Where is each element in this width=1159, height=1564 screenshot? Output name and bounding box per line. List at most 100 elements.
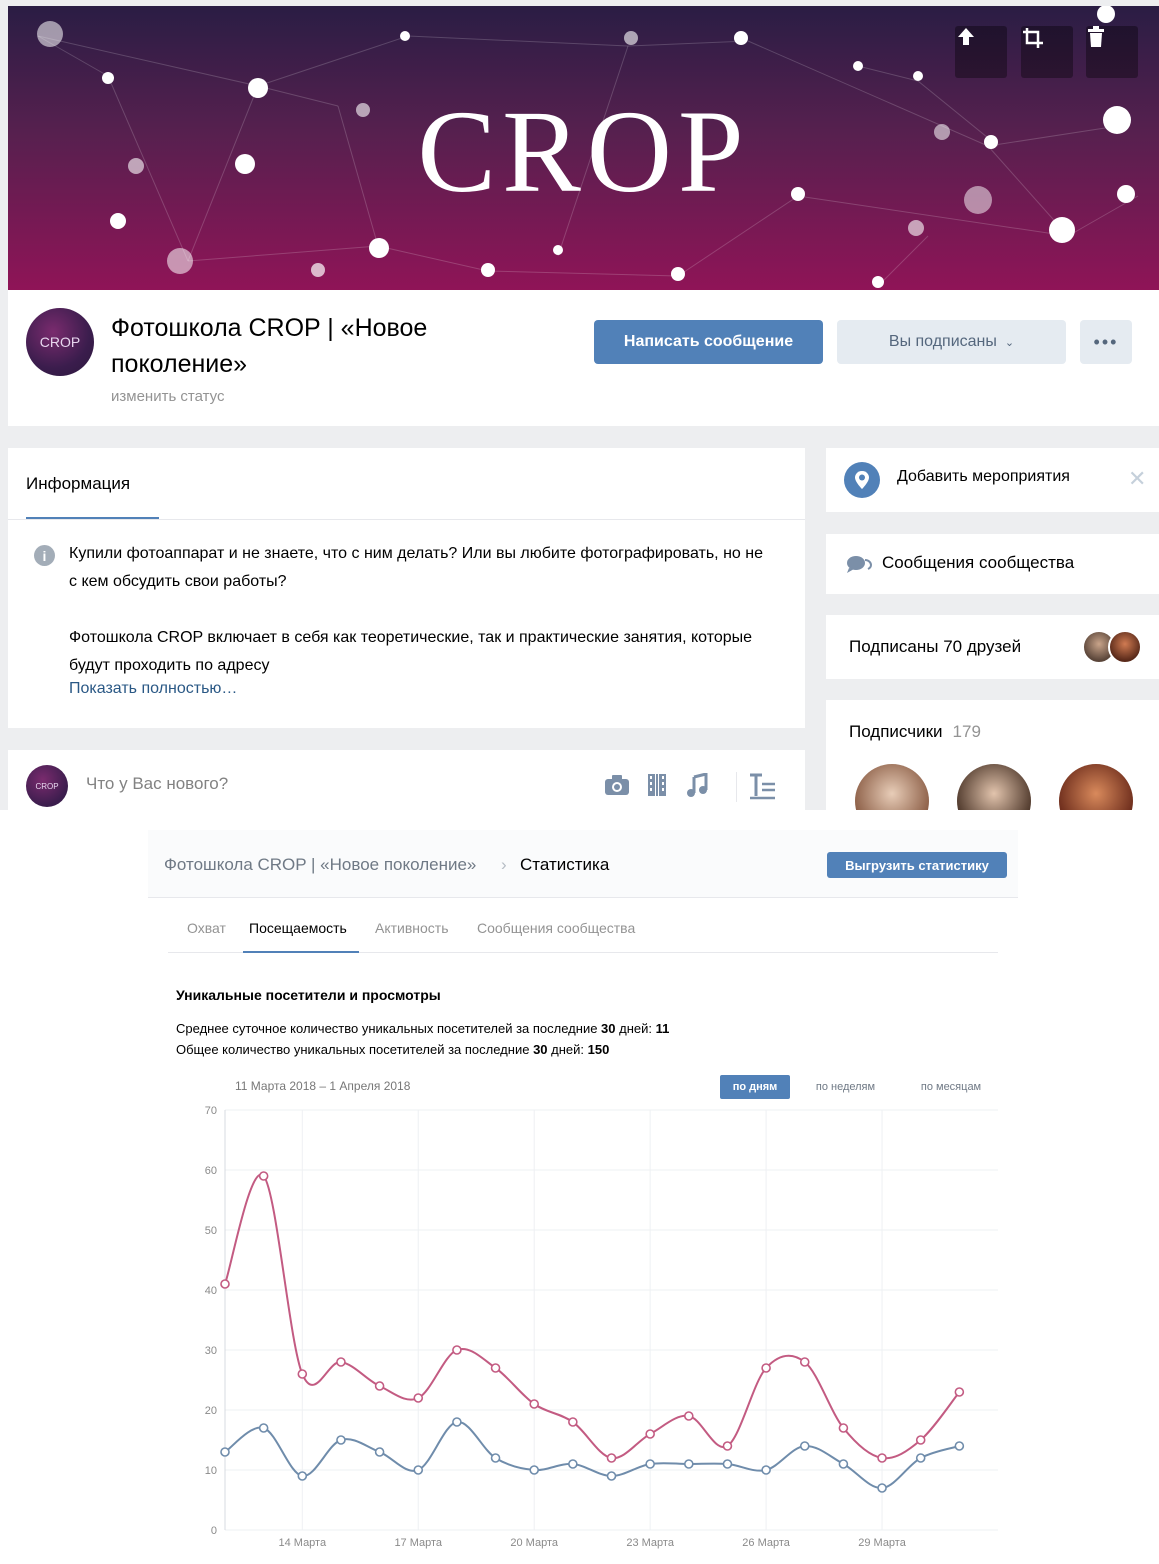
group-title: Фотошкола CROP | «Новое поколение»	[111, 314, 428, 378]
subscribed-dropdown-button[interactable]: Вы подписаны ⌄	[837, 320, 1066, 364]
tab-attendance[interactable]: Посещаемость	[249, 920, 347, 936]
data-point	[915, 1453, 926, 1463]
divider	[736, 772, 737, 802]
section-title: Уникальные посетители и просмотры	[176, 987, 441, 1003]
data-point	[606, 1471, 617, 1481]
period-daily-button[interactable]: по дням	[720, 1075, 790, 1099]
upload-cover-button[interactable]	[955, 26, 1007, 78]
data-point	[297, 1369, 308, 1379]
x-tick-label: 23 Марта	[626, 1537, 674, 1549]
y-tick-label: 10	[205, 1465, 217, 1477]
export-stats-button[interactable]: Выгрузить статистику	[827, 852, 1007, 878]
x-tick-label: 20 Марта	[510, 1537, 558, 1549]
add-events-block[interactable]: Добавить мероприятия ✕	[826, 448, 1159, 512]
new-post-input[interactable]: Что у Вас нового?	[86, 774, 228, 794]
data-point	[529, 1399, 540, 1409]
subscribed-label: Вы подписаны	[888, 333, 997, 350]
avatar[interactable]	[1108, 630, 1142, 664]
close-icon[interactable]: ✕	[1128, 466, 1146, 492]
video-icon[interactable]	[644, 772, 670, 798]
data-point	[374, 1447, 385, 1457]
group-header: CROP Фотошкола CROP | «Новое поколение» …	[8, 290, 1159, 426]
data-point	[954, 1387, 965, 1397]
data-point	[529, 1465, 540, 1475]
data-point	[297, 1471, 308, 1481]
y-tick-label: 30	[205, 1345, 217, 1357]
data-point	[568, 1459, 578, 1469]
crop-icon	[1023, 28, 1043, 48]
data-point	[336, 1357, 346, 1367]
tab-community-messages[interactable]: Сообщения сообщества	[477, 920, 635, 936]
tab-underline	[243, 951, 359, 953]
data-point	[722, 1441, 733, 1451]
avatar[interactable]	[1059, 764, 1133, 810]
statistics-panel: Фотошкола CROP | «Новое поколение» › Ста…	[148, 830, 1018, 1564]
subscribers-label[interactable]: Подписчики	[849, 722, 943, 742]
data-point	[761, 1363, 771, 1373]
info-icon: i	[34, 545, 55, 566]
data-point	[258, 1171, 269, 1181]
info-block: Информация i Купили фотоаппарат и не зна…	[8, 448, 805, 728]
data-point	[799, 1357, 810, 1367]
tab-information[interactable]: Информация	[26, 474, 130, 494]
data-point	[413, 1393, 424, 1403]
data-point	[683, 1411, 694, 1421]
data-point	[915, 1435, 926, 1445]
data-point	[452, 1345, 462, 1355]
breadcrumb-group-link[interactable]: Фотошкола CROP | «Новое поколение»	[164, 855, 476, 875]
delete-cover-button[interactable]	[1086, 26, 1138, 78]
more-actions-button[interactable]: •••	[1080, 320, 1132, 364]
location-pin-icon	[844, 462, 880, 498]
date-range-picker[interactable]: 11 Марта 2018 – 1 Апреля 2018	[235, 1079, 410, 1093]
friends-subscribed-block[interactable]: Подписаны 70 друзей	[826, 615, 1159, 679]
y-tick-label: 70	[205, 1105, 217, 1117]
x-tick-label: 29 Марта	[858, 1537, 906, 1549]
data-point	[490, 1363, 501, 1373]
community-messages-block[interactable]: Сообщения сообщества	[826, 534, 1159, 594]
stats-header: Фотошкола CROP | «Новое поколение» › Ста…	[148, 830, 1018, 898]
page-title: Статистика	[520, 855, 610, 874]
x-tick-label: 17 Марта	[394, 1537, 442, 1549]
data-point	[761, 1465, 771, 1475]
x-tick-label: 26 Марта	[742, 1537, 790, 1549]
cover-image: CROP	[8, 6, 1159, 290]
group-avatar[interactable]: CROP	[26, 308, 94, 376]
data-point	[838, 1423, 849, 1433]
tab-activity[interactable]: Активность	[375, 920, 449, 936]
x-tick-label: 14 Марта	[278, 1537, 326, 1549]
composer-avatar: CROP	[26, 765, 68, 807]
composer-attach-icons	[604, 772, 710, 798]
music-icon[interactable]	[684, 772, 710, 798]
data-point	[722, 1459, 733, 1469]
data-point	[645, 1459, 655, 1469]
divider	[8, 519, 805, 520]
crop-cover-button[interactable]	[1021, 26, 1073, 78]
write-message-button[interactable]: Написать сообщение	[594, 320, 823, 364]
breadcrumb-separator: ›	[501, 855, 507, 874]
text-format-icon[interactable]	[748, 772, 778, 800]
camera-icon[interactable]	[604, 772, 630, 798]
y-tick-label: 20	[205, 1405, 217, 1417]
avatar[interactable]	[957, 764, 1031, 810]
period-weekly-button[interactable]: по неделям	[803, 1075, 888, 1099]
data-point	[336, 1435, 346, 1445]
data-point	[490, 1453, 501, 1463]
y-tick-label: 40	[205, 1285, 217, 1297]
avg-visitors-line: Среднее суточное количество уникальных п…	[176, 1021, 670, 1036]
data-point	[799, 1441, 810, 1451]
trash-icon	[1088, 26, 1104, 47]
data-point	[645, 1429, 655, 1439]
y-tick-label: 0	[211, 1525, 217, 1537]
data-point	[683, 1459, 694, 1469]
period-monthly-button[interactable]: по месяцам	[908, 1075, 994, 1099]
edit-status-link[interactable]: изменить статус	[111, 388, 225, 405]
data-point	[258, 1423, 269, 1433]
tab-reach[interactable]: Охват	[187, 920, 226, 936]
total-visitors-line: Общее количество уникальных посетителей …	[176, 1042, 610, 1057]
info-paragraph-2: Фотошкола CROP включает в себя как теоре…	[69, 629, 753, 674]
friends-subscribed-label: Подписаны 70 друзей	[849, 637, 1022, 656]
avatar-text: CROP	[39, 334, 81, 350]
show-more-link[interactable]: Показать полностью…	[69, 680, 237, 698]
avatar[interactable]	[855, 764, 929, 810]
info-paragraph-1: Купили фотоаппарат и не знаете, что с ни…	[69, 545, 763, 590]
